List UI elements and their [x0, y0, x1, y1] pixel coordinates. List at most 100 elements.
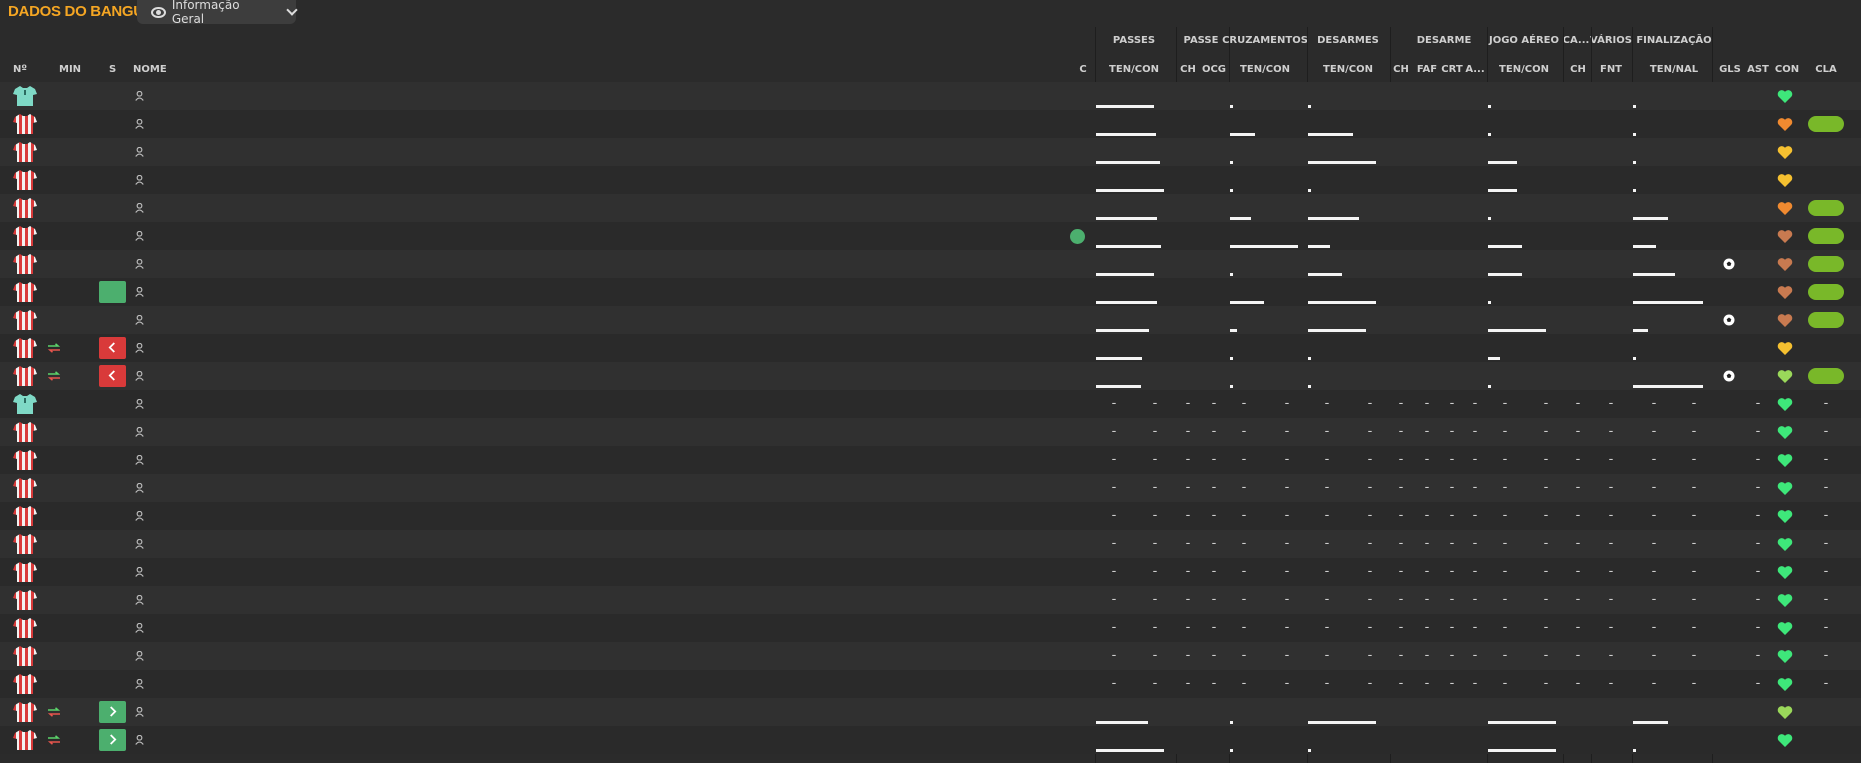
stat-crosses-bar [1230, 357, 1233, 360]
player-row[interactable]: -------------------- [0, 614, 1861, 642]
column-header-pas-ch[interactable]: CH [1180, 64, 1196, 75]
player-profile-icon[interactable] [135, 147, 144, 157]
column-header-s[interactable]: S [109, 64, 116, 75]
player-row[interactable] [0, 222, 1861, 250]
condition-heart-icon [1777, 566, 1793, 579]
player-row[interactable]: -------------------- [0, 586, 1861, 614]
column-header-des-ten[interactable]: TEN/CON [1323, 64, 1373, 75]
player-profile-icon[interactable] [135, 371, 144, 381]
stat-dash-empty: - [1472, 648, 1478, 663]
player-row[interactable]: -------------------- [0, 390, 1861, 418]
column-header-d-crt[interactable]: CRT [1441, 64, 1462, 75]
player-row[interactable] [0, 334, 1861, 362]
player-profile-icon[interactable] [135, 651, 144, 661]
player-profile-icon[interactable] [135, 539, 144, 549]
player-row[interactable] [0, 306, 1861, 334]
substitution-icon [47, 371, 61, 381]
column-header-pas-ocg[interactable]: OCG [1202, 64, 1226, 75]
stat-dash-empty: - [1324, 396, 1330, 411]
stat-dash-empty: - [1367, 396, 1373, 411]
column-header-cla[interactable]: CLA [1815, 64, 1836, 75]
column-header-num[interactable]: Nº [13, 64, 27, 75]
player-profile-icon[interactable] [135, 119, 144, 129]
column-header-ca-ch[interactable]: CH [1570, 64, 1586, 75]
player-row[interactable]: -------------------- [0, 502, 1861, 530]
player-row[interactable] [0, 138, 1861, 166]
column-header-pas-ten[interactable]: TEN/CON [1109, 64, 1159, 75]
stat-dash-empty: - [1398, 620, 1404, 635]
player-row[interactable] [0, 362, 1861, 390]
column-header-c[interactable]: C [1079, 64, 1086, 75]
stat-dash-empty: - [1424, 424, 1430, 439]
player-row[interactable]: -------------------- [0, 446, 1861, 474]
player-profile-icon[interactable] [135, 399, 144, 409]
player-profile-icon[interactable] [135, 679, 144, 689]
column-header-gls[interactable]: GLS [1719, 64, 1741, 75]
stat-dash-empty: - [1502, 452, 1508, 467]
column-header-d-faf[interactable]: FAF [1417, 64, 1437, 75]
column-header-nome[interactable]: NOME [133, 64, 167, 75]
player-profile-icon[interactable] [135, 231, 144, 241]
player-row[interactable] [0, 194, 1861, 222]
column-header-jog-ten[interactable]: TEN/CON [1499, 64, 1549, 75]
subbed-off-badge [99, 365, 126, 387]
player-row[interactable] [0, 110, 1861, 138]
player-profile-icon[interactable] [135, 455, 144, 465]
player-row[interactable] [0, 278, 1861, 306]
player-profile-icon[interactable] [135, 567, 144, 577]
stat-dash-empty: - [1502, 648, 1508, 663]
stat-shots-bar [1633, 189, 1636, 192]
player-profile-icon[interactable] [135, 343, 144, 353]
player-profile-icon[interactable] [135, 203, 144, 213]
player-profile-icon[interactable] [135, 595, 144, 605]
player-row[interactable]: -------------------- [0, 530, 1861, 558]
player-row[interactable]: -------------------- [0, 642, 1861, 670]
view-selector-dropdown[interactable]: Informação Geral [137, 0, 298, 26]
team-shirt-icon [13, 646, 37, 666]
stat-dash-empty: - [1398, 396, 1404, 411]
player-profile-icon[interactable] [135, 259, 144, 269]
player-row[interactable] [0, 726, 1861, 754]
player-profile-icon[interactable] [135, 315, 144, 325]
stat-dash-empty: - [1211, 592, 1217, 607]
stat-tackle-a [1460, 82, 1490, 110]
stat-tackles-bar [1308, 105, 1311, 108]
column-header-d-ch[interactable]: CH [1393, 64, 1409, 75]
stat-tackles-bar [1308, 357, 1311, 360]
stat-shots-percent [1653, 166, 1703, 194]
column-header-min[interactable]: MIN [59, 64, 81, 75]
column-header-cru-ten[interactable]: TEN/CON [1240, 64, 1290, 75]
player-row[interactable] [0, 166, 1861, 194]
column-header-ast[interactable]: AST [1747, 64, 1769, 75]
player-row[interactable]: -------------------- [0, 670, 1861, 698]
stat-dash-empty: - [1691, 620, 1697, 635]
player-profile-icon[interactable] [135, 483, 144, 493]
stat-dash-empty: - [1211, 396, 1217, 411]
player-profile-icon[interactable] [135, 707, 144, 717]
stat-tackle-a [1460, 726, 1490, 754]
stat-dash-empty: - [1241, 536, 1247, 551]
stat-tackle-a [1460, 250, 1490, 278]
player-row[interactable]: -------------------- [0, 474, 1861, 502]
player-profile-icon[interactable] [135, 175, 144, 185]
player-row[interactable]: -------------------- [0, 558, 1861, 586]
player-profile-icon[interactable] [135, 511, 144, 521]
column-header-fin-ten[interactable]: TEN/NAL [1650, 64, 1698, 75]
player-profile-icon[interactable] [135, 735, 144, 745]
player-profile-icon[interactable] [135, 287, 144, 297]
player-profile-icon[interactable] [135, 427, 144, 437]
stat-shots-percent [1653, 82, 1703, 110]
player-row[interactable] [0, 82, 1861, 110]
column-header-con[interactable]: CON [1775, 64, 1799, 75]
player-profile-icon[interactable] [135, 623, 144, 633]
stat-dash-empty: - [1755, 564, 1761, 579]
stat-dash-empty: - [1211, 480, 1217, 495]
player-row[interactable] [0, 250, 1861, 278]
chevron-right-icon [110, 706, 117, 717]
column-header-d-a[interactable]: A... [1465, 64, 1484, 75]
stat-dash-empty: - [1755, 620, 1761, 635]
column-header-fnt[interactable]: FNT [1600, 64, 1622, 75]
player-row[interactable] [0, 698, 1861, 726]
player-profile-icon[interactable] [135, 91, 144, 101]
player-row[interactable]: -------------------- [0, 418, 1861, 446]
